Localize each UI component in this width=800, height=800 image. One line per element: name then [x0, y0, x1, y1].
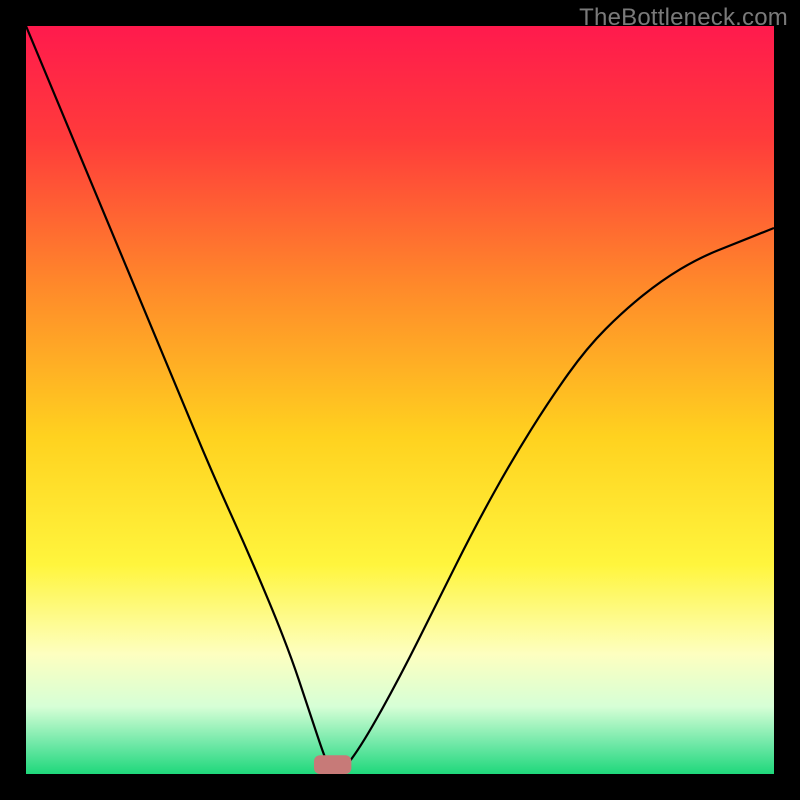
bottleneck-chart [26, 26, 774, 774]
gradient-background [26, 26, 774, 774]
optimal-marker [314, 755, 351, 774]
chart-root: TheBottleneck.com [0, 0, 800, 800]
plot-area [26, 26, 774, 774]
watermark-text: TheBottleneck.com [579, 4, 788, 32]
